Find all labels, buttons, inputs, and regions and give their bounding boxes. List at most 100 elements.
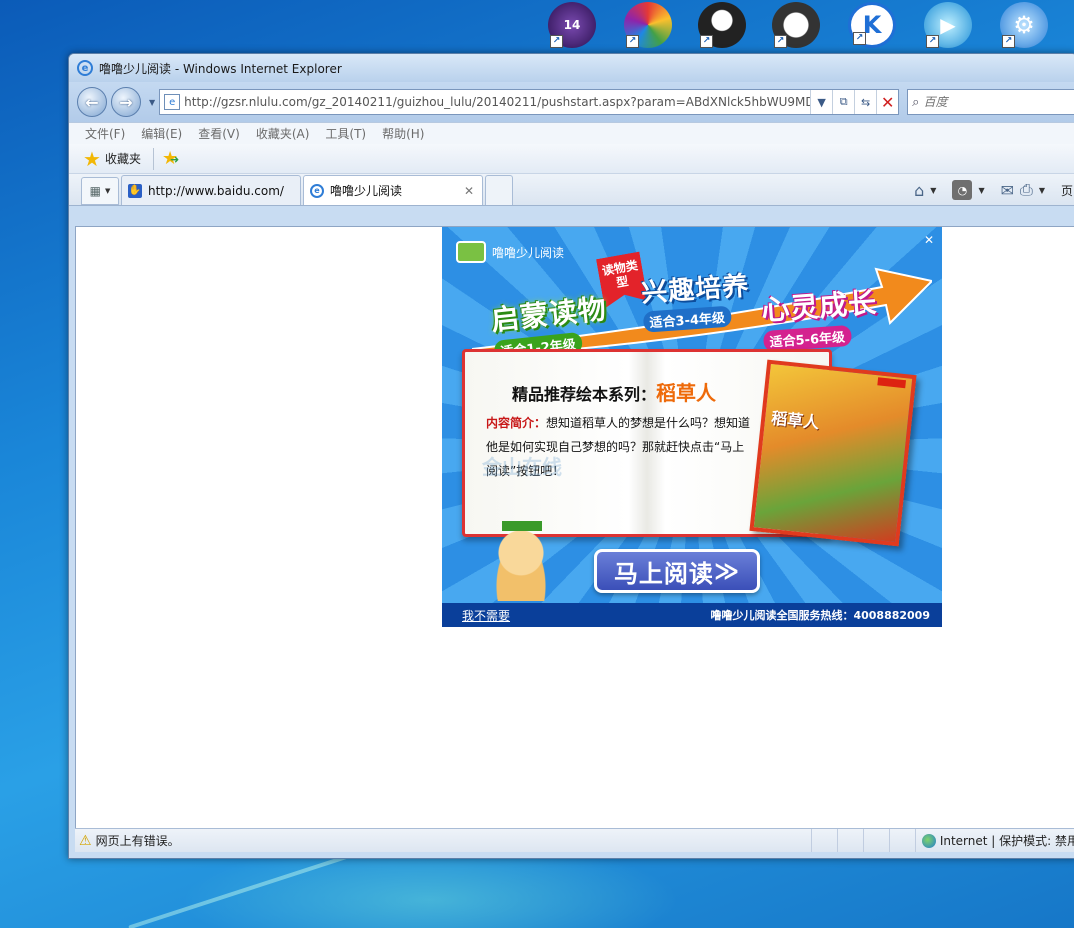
desktop-icons: 14 ↗ ↗ ↗ ↗ K ↗ ▶ ↗ ⚙ ↗ [540, 0, 1074, 50]
description-label: 内容简介： [486, 416, 547, 430]
address-dropdown-icon[interactable]: ▼ [810, 90, 832, 114]
read-now-button[interactable]: 马上阅读 ≫ [594, 549, 760, 593]
feeds-dropdown-icon[interactable]: ▼ [978, 186, 984, 195]
home-icon[interactable]: ⌂ [914, 181, 924, 200]
globe-icon [921, 833, 936, 848]
tab-baidu[interactable]: ✋ http://www.baidu.com/ [121, 175, 301, 205]
shortcut-arrow-icon: ↗ [550, 35, 563, 48]
warning-icon[interactable]: ⚠ [79, 833, 92, 849]
tab-bar: ▦ ▼ ✋ http://www.baidu.com/ e 噜噜少儿阅读 ✕ ⌂… [69, 174, 1074, 206]
cover-title: 稻草人 [770, 408, 821, 433]
status-cell [810, 829, 837, 852]
status-cells: Internet | 保护模式: 禁用 [810, 829, 1074, 852]
menu-bar: 文件(F) 编辑(E) 查看(V) 收藏夹(A) 工具(T) 帮助(H) [69, 122, 1074, 144]
status-bar: ⚠ 网页上有错误。 Internet | 保护模式: 禁用 [75, 828, 1074, 852]
status-text[interactable]: 网页上有错误。 [96, 832, 180, 849]
stop-icon[interactable]: ✕ [876, 90, 898, 114]
favorites-separator [152, 147, 154, 170]
quick-tabs-grid-icon: ▦ [89, 184, 101, 198]
page-icon: e [164, 94, 181, 110]
ad-brand: 噜噜少儿阅读 [456, 241, 564, 263]
series-title: 精品推荐绘本系列：稻草人 [512, 381, 717, 405]
series-highlight: 稻草人 [656, 381, 717, 405]
page-content: 噜噜少儿阅读 ✕ 读物类型 启蒙读物 适合1-2年级 兴趣培养 适合3-4年级 … [75, 226, 1074, 829]
search-input[interactable] [919, 95, 1074, 109]
home-dropdown-icon[interactable]: ▼ [930, 186, 936, 195]
category-interest[interactable]: 兴趣培养 适合3-4年级 [640, 265, 752, 333]
book-cover[interactable]: 稻草人 [749, 359, 917, 547]
media-player-icon[interactable]: ▶ ↗ [924, 2, 972, 48]
qq-penguin-icon[interactable]: ↗ [698, 2, 746, 48]
game-14-icon[interactable]: 14 ↗ [548, 2, 596, 48]
forward-button[interactable]: → [111, 87, 141, 117]
watermark: 金山在线 [482, 455, 562, 479]
category-title: 心灵成长 [760, 286, 879, 328]
status-cell [862, 829, 889, 852]
gear-icon: ⚙ [1013, 11, 1035, 39]
ie-page-icon: e [310, 183, 324, 198]
tab-lulu-reading[interactable]: e 噜噜少儿阅读 ✕ [303, 175, 483, 205]
shortcut-arrow-icon: ↗ [626, 35, 639, 48]
cover-badge [877, 377, 907, 389]
back-button[interactable]: ← [77, 87, 107, 117]
address-bar: ← → ▼ e ▼ ⧉ ⇆ ✕ ⌕ [69, 82, 1074, 122]
title-bar[interactable]: e 噜噜少儿阅读 - Windows Internet Explorer [69, 54, 1074, 82]
history-dropdown-icon[interactable]: ▼ [149, 98, 155, 107]
service-hotline: 噜噜少儿阅读全国服务热线：4008882009 [710, 609, 930, 622]
k-app-icon[interactable]: K ↗ [848, 2, 896, 48]
lulu-logo-icon [456, 241, 486, 263]
tab-list-dropdown-icon[interactable]: ▼ [105, 187, 110, 195]
category-growth[interactable]: 心灵成长 适合5-6年级 [760, 281, 880, 352]
ie-window: e 噜噜少儿阅读 - Windows Internet Explorer ← →… [68, 53, 1074, 859]
shortcut-arrow-icon: ↗ [853, 32, 866, 45]
search-box: ⌕ [907, 89, 1074, 115]
new-tab-button[interactable] [485, 175, 513, 205]
search-icon: ⌕ [912, 94, 920, 110]
menu-file[interactable]: 文件(F) [85, 125, 125, 142]
menu-favorites[interactable]: 收藏夹(A) [256, 125, 310, 142]
read-mail-icon[interactable]: ✉ [1001, 181, 1014, 200]
shortcut-arrow-icon: ↗ [926, 35, 939, 48]
settings-gear-icon[interactable]: ⚙ ↗ [1000, 2, 1048, 48]
shortcut-arrow-icon: ↗ [1002, 35, 1015, 48]
tab-label: 噜噜少儿阅读 [330, 184, 403, 198]
status-cell [836, 829, 863, 852]
address-input[interactable] [184, 91, 811, 113]
menu-view[interactable]: 查看(V) [198, 125, 240, 142]
menu-edit[interactable]: 编辑(E) [141, 125, 182, 142]
print-dropdown-icon[interactable]: ▼ [1039, 186, 1045, 195]
foxmail-icon[interactable]: ↗ [772, 2, 820, 48]
add-to-favorites-bar-icon[interactable]: ★ [162, 148, 179, 169]
shortcut-arrow-icon: ↗ [774, 35, 787, 48]
cat-mascot-icon [490, 521, 552, 601]
quick-tabs-button[interactable]: ▦ ▼ [81, 177, 119, 205]
ad-footer: 我不需要 噜噜少儿阅读全国服务热线：4008882009 [442, 603, 942, 627]
print-icon[interactable]: ⎙ [1020, 180, 1033, 200]
read-now-label: 马上阅读 [613, 559, 714, 588]
zone-text: Internet | 保护模式: 禁用 [939, 834, 1074, 848]
ad-popup: 噜噜少儿阅读 ✕ 读物类型 启蒙读物 适合1-2年级 兴趣培养 适合3-4年级 … [442, 227, 942, 627]
favorites-bar: ★ 收藏夹 ★ [69, 144, 1074, 174]
decline-link[interactable]: 我不需要 [462, 607, 510, 624]
page-menu[interactable]: 页 [1061, 182, 1073, 199]
pinwheel-icon[interactable]: ↗ [624, 2, 672, 48]
status-cell [888, 829, 915, 852]
compatibility-view-icon[interactable]: ⧉ [832, 90, 854, 114]
category-title: 兴趣培养 [640, 271, 751, 309]
rss-feed-icon[interactable]: ◔ [952, 180, 973, 200]
play-icon: ▶ [940, 13, 956, 37]
menu-tools[interactable]: 工具(T) [325, 125, 366, 142]
favorites-star-icon[interactable]: ★ [83, 147, 101, 171]
close-icon[interactable]: ✕ [924, 233, 934, 247]
shortcut-arrow-icon: ↗ [700, 35, 713, 48]
close-tab-icon[interactable]: ✕ [464, 184, 474, 198]
menu-help[interactable]: 帮助(H) [382, 125, 424, 142]
command-bar: ⌂ ▼ ◔ ▼ ✉ ⎙ ▼ 页 [914, 175, 1074, 205]
favorites-button[interactable]: 收藏夹 [105, 150, 141, 167]
ie-logo-icon: e [77, 60, 93, 76]
security-zone[interactable]: Internet | 保护模式: 禁用 [914, 829, 1074, 852]
refresh-icon[interactable]: ⇆ [854, 90, 876, 114]
window-title: 噜噜少儿阅读 - Windows Internet Explorer [99, 61, 342, 76]
ad-brand-name: 噜噜少儿阅读 [492, 245, 565, 260]
tab-label: http://www.baidu.com/ [148, 183, 284, 198]
